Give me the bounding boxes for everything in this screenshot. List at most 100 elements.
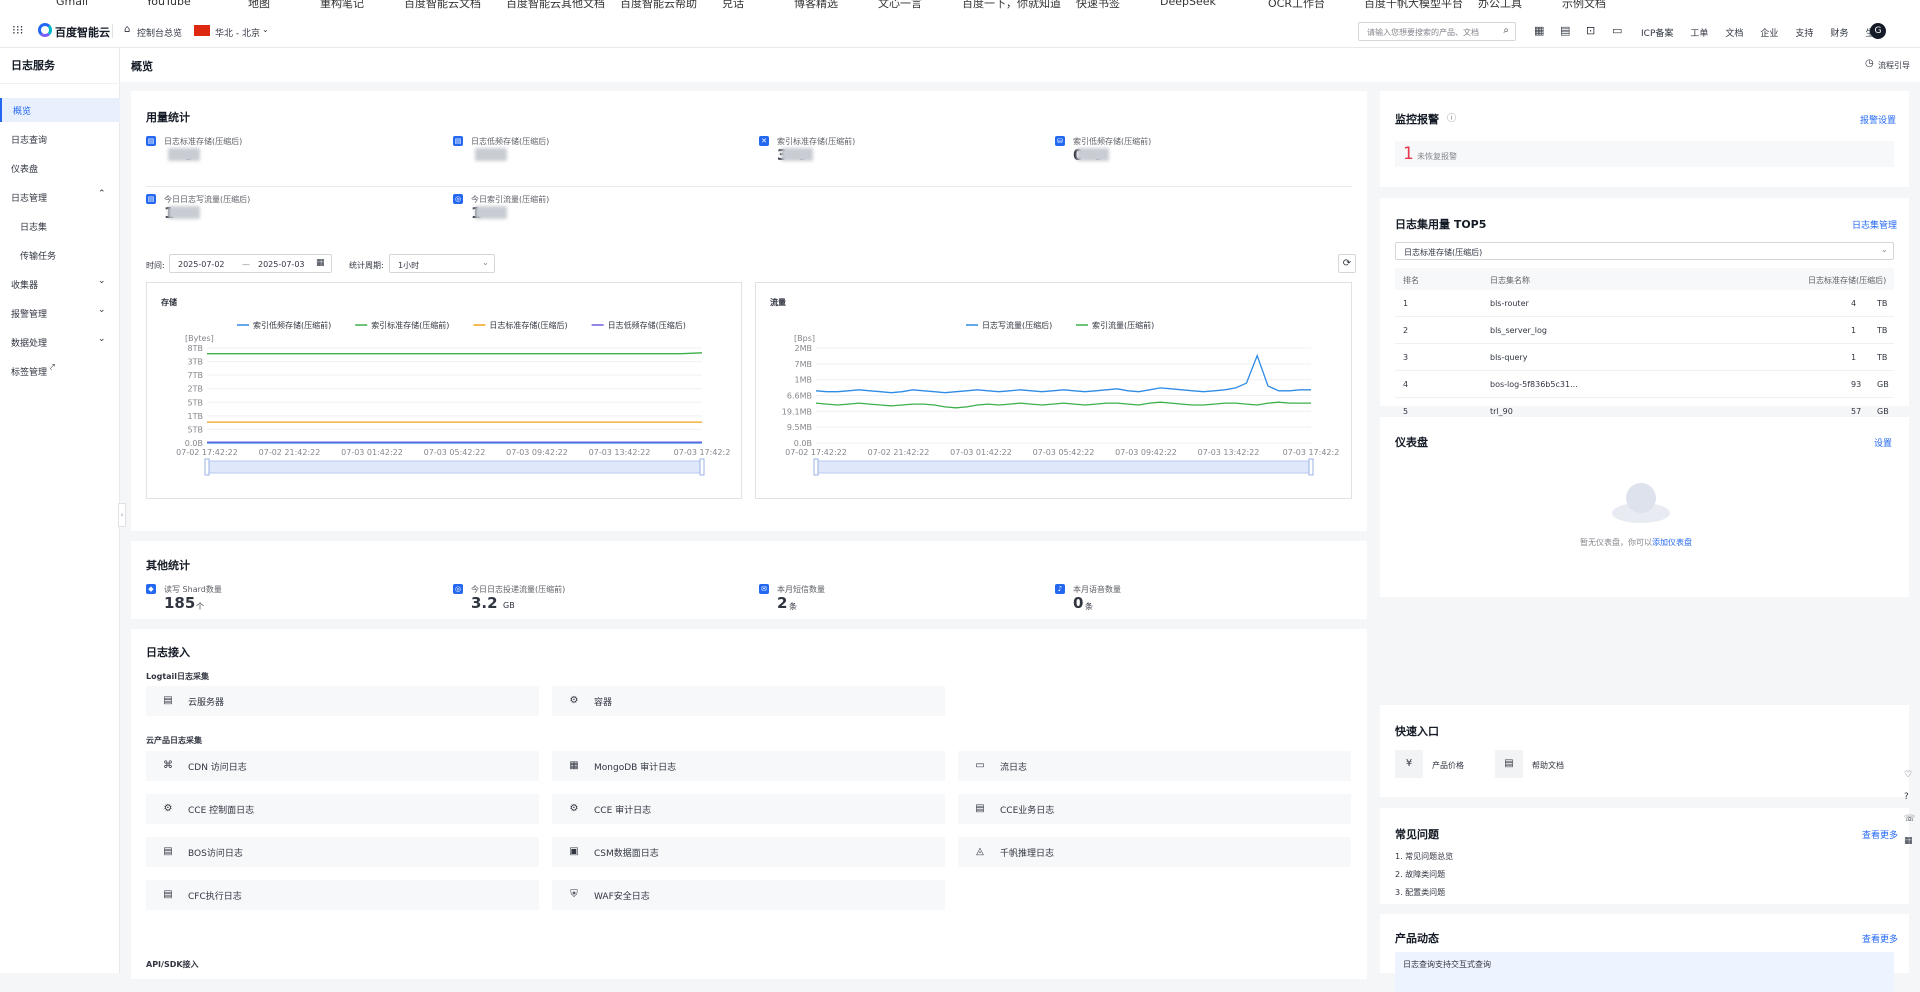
bookmark-item[interactable]: OCR工作台 — [1268, 0, 1325, 11]
access-tile[interactable]: ▭ 流日志 — [958, 751, 1351, 781]
bookmark-item[interactable]: 文心一言 — [878, 0, 922, 11]
slider-handle-left[interactable] — [813, 458, 819, 476]
calendar-icon[interactable]: ▭ — [1612, 24, 1622, 37]
phone-icon[interactable]: ☏ — [1904, 814, 1915, 824]
calendar-icon[interactable]: ▦ — [316, 258, 325, 268]
brand-logo[interactable] — [38, 23, 52, 37]
bookmark-item[interactable]: 百度智能云文档 — [404, 0, 481, 11]
faq-more-link[interactable]: 查看更多 — [1862, 828, 1898, 841]
series-line[interactable] — [815, 353, 1311, 394]
top-link[interactable]: 财务 — [1830, 29, 1848, 39]
bookmark-item[interactable]: 办公工具 — [1478, 0, 1522, 11]
bookmark-item[interactable]: Gmail — [56, 0, 88, 8]
access-tile[interactable]: ▤ CCE业务日志 — [958, 794, 1351, 824]
sidebar-item[interactable]: 日志管理 ⌃ — [0, 185, 120, 209]
access-tile[interactable]: ◬ 千帆推理日志 — [958, 837, 1351, 867]
sidebar-item[interactable]: 日志集 — [0, 214, 120, 238]
guide-link[interactable]: 流程引导 — [1878, 60, 1910, 71]
news-item[interactable]: 日志查询支持交互式查询 — [1395, 952, 1894, 992]
global-search[interactable]: 请输入您想要搜索的产品、文档 ⌕ — [1358, 22, 1516, 41]
alarm-settings-link[interactable]: 报警设置 — [1860, 113, 1896, 126]
quick-label[interactable]: 帮助文档 — [1532, 760, 1564, 771]
legend-label[interactable]: 索引流量(压缩前) — [1092, 320, 1154, 330]
bookmark-item[interactable]: YouTube — [146, 0, 191, 8]
date-to[interactable]: 2025-07-03 — [258, 260, 305, 269]
top-link[interactable]: ICP备案 — [1641, 29, 1673, 39]
bookmark-item[interactable]: 百度智能云帮助 — [620, 0, 697, 11]
home-icon[interactable]: ⌂ — [124, 24, 130, 35]
metric-select[interactable]: 日志标准存储(压缩后) ⌄ — [1395, 242, 1894, 260]
access-tile[interactable]: ⚙ 容器 — [552, 686, 945, 716]
help-circle-icon[interactable]: ? — [1904, 792, 1909, 802]
traffic-chart[interactable]: [Bps]2MB7MB1MB6.6MB19.1MB9.5MB0.0B07-02 … — [756, 283, 1351, 498]
bookmark-item[interactable]: 兑话 — [722, 0, 744, 11]
quick-icon[interactable]: ¥ — [1395, 750, 1423, 778]
avatar[interactable]: G — [1870, 23, 1886, 39]
top-link[interactable]: 文档 — [1725, 29, 1743, 39]
access-tile[interactable]: ⚙ CCE 控制面日志 — [146, 794, 539, 824]
legend-label[interactable]: 日志低频存储(压缩后) — [608, 320, 686, 330]
bookmark-item[interactable]: 百度一下，你就知道 — [962, 0, 1061, 11]
table-row[interactable]: 3 bls-query 1 TB — [1395, 344, 1894, 371]
chevron-down-icon[interactable]: ⌄ — [262, 25, 269, 34]
slider-handle-right[interactable] — [699, 458, 705, 476]
legend-label[interactable]: 日志写流量(压缩后) — [982, 320, 1052, 330]
guide-icon[interactable]: ◷ — [1865, 58, 1874, 69]
zoom-slider[interactable] — [815, 460, 1312, 474]
table-row[interactable]: 2 bls_server_log 1 TB — [1395, 317, 1894, 344]
bookmark-item[interactable]: 示例文档 — [1562, 0, 1606, 11]
sidebar-item[interactable]: 传输任务 — [0, 243, 120, 267]
alarm-count-box[interactable]: 1 未恢复报警 — [1395, 141, 1894, 167]
faq-item[interactable]: 1. 常见问题总览 — [1395, 851, 1453, 862]
sidebar-item[interactable]: 仪表盘 — [0, 156, 120, 180]
bookmark-item[interactable]: 百度智能云其他文档 — [506, 0, 605, 11]
bookmark-item[interactable]: 重构笔记 — [320, 0, 364, 11]
news-more-link[interactable]: 查看更多 — [1862, 932, 1898, 945]
message-icon[interactable]: ▤ — [1560, 24, 1570, 37]
faq-item[interactable]: 3. 配置类问题 — [1395, 887, 1445, 898]
access-tile[interactable]: ▤ CFC执行日志 — [146, 880, 539, 910]
bookmark-item[interactable]: 百度千帆大模型平台 — [1364, 0, 1463, 11]
refresh-button[interactable]: ⟳ — [1338, 254, 1356, 273]
cart-icon[interactable]: ⊡ — [1586, 24, 1595, 37]
legend-label[interactable]: 索引低频存储(压缩前) — [253, 320, 331, 330]
dashboard-settings-link[interactable]: 设置 — [1874, 436, 1892, 449]
qrcode-icon[interactable]: ▦ — [1534, 24, 1544, 37]
add-dashboard-link[interactable]: 添加仪表盘 — [1652, 538, 1692, 547]
access-tile[interactable]: ▦ MongoDB 审计日志 — [552, 751, 945, 781]
slider-handle-left[interactable] — [204, 458, 210, 476]
sidebar-item[interactable]: 数据处理 ⌄ — [0, 330, 120, 354]
legend-label[interactable]: 日志标准存储(压缩后) — [489, 320, 567, 330]
bookmark-item[interactable]: 快速书签 — [1076, 0, 1120, 11]
storage-chart[interactable]: [Bytes]8TB 3TB 7TB 2TB 5TB 1TB 5TB 0.0B07-02 17… — [147, 283, 741, 498]
brand-name[interactable]: 百度智能云 — [55, 24, 110, 40]
quick-icon[interactable]: ▤ — [1495, 750, 1523, 778]
series-line[interactable] — [815, 401, 1311, 409]
sidebar-item[interactable]: 概览 — [0, 98, 120, 122]
top-link[interactable]: 工单 — [1690, 29, 1708, 39]
search-icon[interactable]: ⌕ — [1503, 25, 1509, 36]
apps-grid-icon[interactable]: ⁝⁝⁝ — [12, 24, 24, 36]
top-link[interactable]: 支持 — [1795, 29, 1813, 39]
slider-handle-right[interactable] — [1308, 458, 1314, 476]
faq-item[interactable]: 2. 故障类问题 — [1395, 869, 1445, 880]
date-from[interactable]: 2025-07-02 — [178, 260, 225, 269]
access-tile[interactable]: ▤ 云服务器 — [146, 686, 539, 716]
table-row[interactable]: 4 bos-log-5f836b5c31... 93 GB — [1395, 371, 1894, 398]
sidebar-item[interactable]: 报警管理 ⌄ — [0, 301, 120, 325]
help-icon[interactable]: ⓘ — [1447, 111, 1456, 124]
period-select[interactable]: 1小时 ⌄ — [389, 254, 495, 273]
date-range-picker[interactable]: 2025-07-02 — 2025-07-03 ▦ — [169, 254, 332, 273]
access-tile[interactable]: ⛨ WAF安全日志 — [552, 880, 945, 910]
grid-icon[interactable]: ▦ — [1904, 836, 1913, 846]
access-tile[interactable]: ▤ BOS访问日志 — [146, 837, 539, 867]
chevron-down-icon[interactable]: ⌄ — [482, 258, 489, 267]
zoom-slider[interactable] — [206, 460, 703, 474]
legend-label[interactable]: 索引标准存储(压缩前) — [371, 320, 449, 330]
series-line[interactable] — [207, 352, 703, 355]
access-tile[interactable]: ▣ CSM数据面日志 — [552, 837, 945, 867]
sidebar-item[interactable]: 标签管理 ⤤ — [0, 359, 120, 383]
access-tile[interactable]: ⌘ CDN 访问日志 — [146, 751, 539, 781]
chevron-down-icon[interactable]: ⌄ — [1881, 245, 1888, 254]
region-select[interactable]: 华北 - 北京 — [215, 26, 260, 39]
